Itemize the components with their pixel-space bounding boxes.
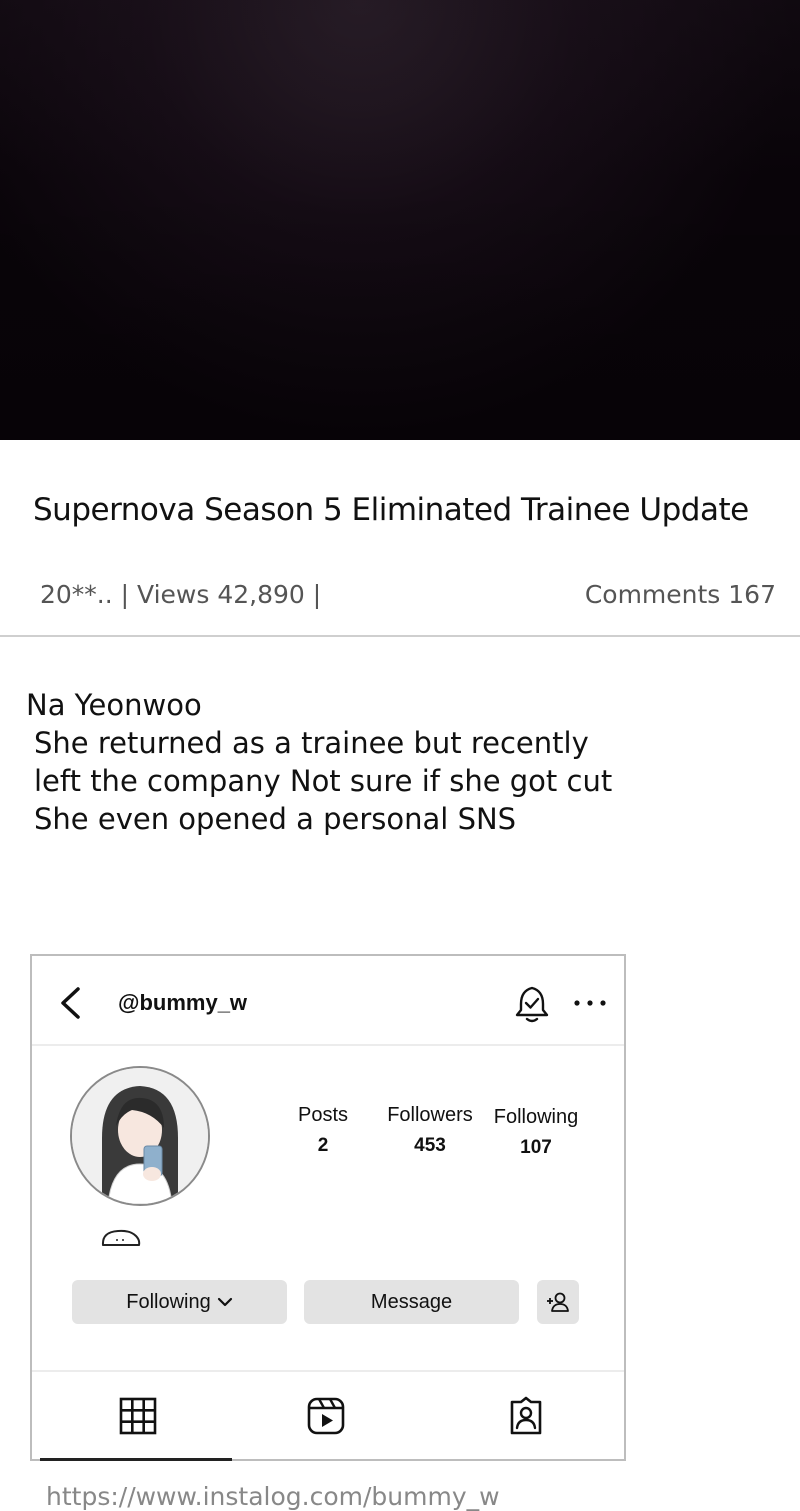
posts-label: Posts (297, 1104, 349, 1126)
following-stat[interactable]: Following 107 (488, 1106, 584, 1159)
followers-label: Followers (387, 1104, 473, 1126)
body-line: Na Yeonwoo (26, 688, 202, 722)
tagged-icon[interactable] (506, 1396, 546, 1436)
post-body: Na Yeonwoo She returned as a trainee but… (26, 686, 612, 838)
bun-icon (101, 1229, 141, 1246)
back-icon[interactable] (58, 986, 82, 1020)
reels-icon[interactable] (306, 1396, 346, 1436)
hero-image (0, 0, 800, 440)
message-button-label: Message (370, 1290, 453, 1313)
add-user-icon (547, 1292, 569, 1312)
post-title: Supernova Season 5 Eliminated Trainee Up… (33, 492, 749, 528)
profile-handle: @bummy_w (118, 990, 248, 1015)
following-button[interactable]: Following (72, 1280, 287, 1324)
post-meta: 20**.. | Views 42,890 | (40, 580, 322, 609)
more-icon[interactable] (572, 996, 608, 1010)
source-link[interactable]: https://www.instalog.com/bummy_w (46, 1482, 500, 1511)
avatar[interactable] (70, 1066, 210, 1206)
avatar-illustration (72, 1068, 208, 1204)
profile-tabs (32, 1370, 624, 1463)
followers-stat[interactable]: Followers 453 (382, 1104, 478, 1157)
chevron-down-icon (217, 1297, 232, 1307)
active-tab-indicator (40, 1458, 232, 1461)
profile-header: @bummy_w (32, 956, 624, 1046)
notification-bell-icon[interactable] (512, 984, 552, 1024)
posts-stat[interactable]: Posts 2 (288, 1104, 358, 1157)
grid-icon[interactable] (118, 1396, 158, 1436)
body-line: She even opened a personal SNS (34, 802, 517, 836)
add-user-button[interactable] (537, 1280, 579, 1324)
embedded-profile-screenshot: @bummy_w Posts 2 Followers 453 Following… (30, 954, 626, 1461)
following-count: 107 (520, 1137, 552, 1158)
divider (0, 635, 800, 637)
posts-count: 2 (317, 1135, 329, 1156)
body-line: left the company Not sure if she got cut (34, 764, 613, 798)
followers-count: 453 (414, 1135, 446, 1156)
hero-shade (0, 0, 800, 440)
following-button-label: Following (126, 1290, 211, 1313)
body-line: She returned as a trainee but recently (34, 726, 589, 760)
message-button[interactable]: Message (304, 1280, 519, 1324)
following-label: Following (493, 1106, 579, 1128)
comments-count[interactable]: Comments 167 (585, 580, 776, 609)
